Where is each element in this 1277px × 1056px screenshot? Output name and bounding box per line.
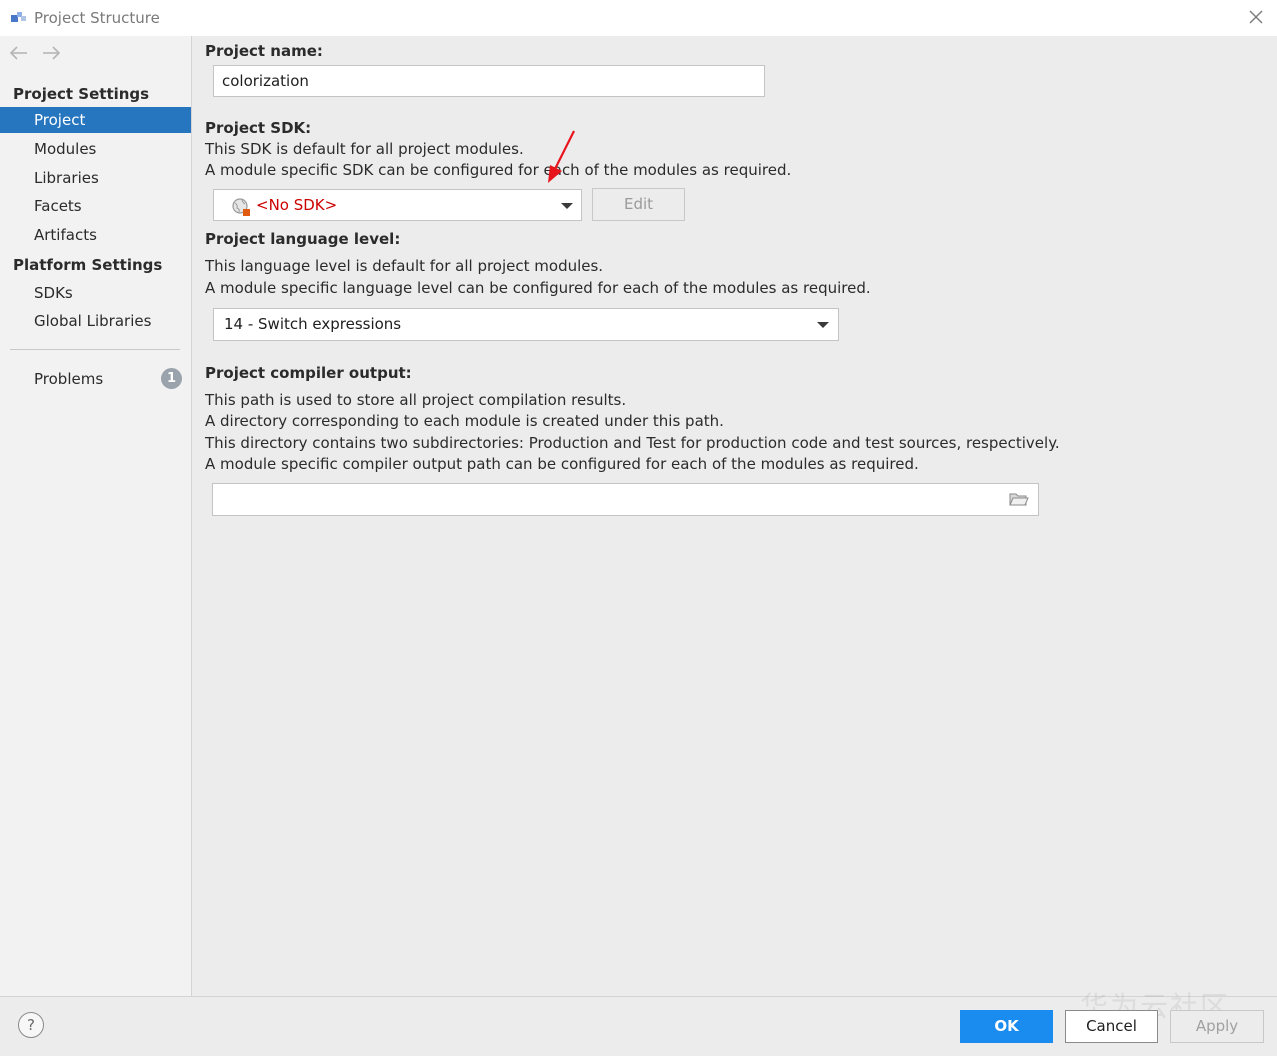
globe-sdk-icon [232,198,250,216]
output-description-line-2: A directory corresponding to each module… [205,412,724,430]
language-level-dropdown[interactable]: 14 - Switch expressions [213,308,839,341]
cancel-button[interactable]: Cancel [1065,1010,1158,1043]
sidebar-item-sdks[interactable]: SDKs [0,280,191,306]
project-settings-header: Project Settings [13,85,150,103]
chevron-down-icon [561,203,573,209]
edit-sdk-button[interactable]: Edit [592,188,685,221]
sidebar-item-facets[interactable]: Facets [0,193,191,219]
language-description-line-2: A module specific language level can be … [205,279,871,297]
language-level-value: 14 - Switch expressions [224,315,402,333]
sidebar-item-modules[interactable]: Modules [0,136,191,162]
sdk-dropdown[interactable]: <No SDK> [213,189,582,221]
project-name-label: Project name: [205,42,323,60]
dialog-footer: ? 华为云社区 OK Cancel Apply [0,990,1277,1056]
output-description-line-4: A module specific compiler output path c… [205,455,919,473]
output-description-line-1: This path is used to store all project c… [205,391,627,409]
problems-count-badge: 1 [161,368,182,389]
sidebar-item-libraries[interactable]: Libraries [0,165,191,191]
annotation-arrow-icon [548,130,575,183]
project-sdk-label: Project SDK: [205,119,312,137]
apply-button[interactable]: Apply [1170,1010,1264,1043]
sidebar-item-global-libraries[interactable]: Global Libraries [0,308,191,334]
chevron-down-icon [817,322,829,328]
ok-button[interactable]: OK [960,1010,1053,1043]
language-description-line-1: This language level is default for all p… [205,257,604,275]
help-button[interactable]: ? [18,1012,44,1038]
project-name-input[interactable] [213,65,765,97]
main-panel: Project name: Project SDK: This SDK is d… [192,36,1277,996]
output-description-line-3: This directory contains two subdirectori… [205,434,1060,452]
arrow-right-icon[interactable] [41,46,61,60]
window-title: Project Structure [34,9,160,27]
intellij-project-icon [11,12,26,22]
close-icon[interactable] [1247,8,1265,26]
sidebar-divider [10,349,180,350]
compiler-output-field[interactable] [212,483,1039,516]
folder-icon[interactable] [1009,492,1029,507]
sidebar: Project Settings Project Modules Librari… [0,36,192,996]
sidebar-item-artifacts[interactable]: Artifacts [0,222,191,248]
compiler-output-label: Project compiler output: [205,364,412,382]
arrow-left-icon[interactable] [9,46,29,60]
language-level-label: Project language level: [205,230,401,248]
sdk-description-line-2: A module specific SDK can be configured … [205,161,792,179]
sdk-dropdown-value: <No SDK> [256,196,338,214]
title-bar: Project Structure [0,0,1277,36]
sidebar-item-problems[interactable]: Problems [0,366,150,392]
sdk-description-line-1: This SDK is default for all project modu… [205,140,524,158]
sidebar-item-project[interactable]: Project [0,107,191,133]
platform-settings-header: Platform Settings [13,256,163,274]
